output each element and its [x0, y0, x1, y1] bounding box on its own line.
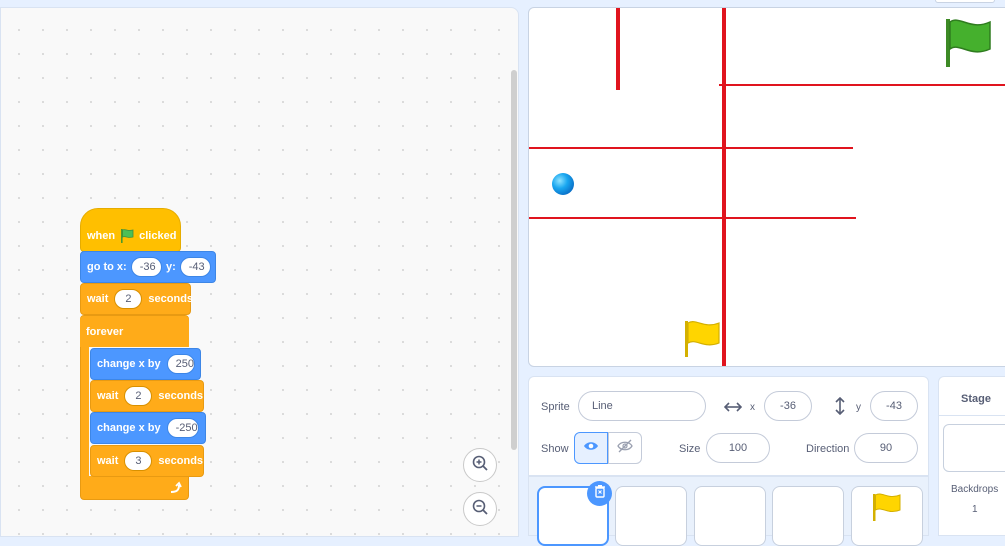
show-visible-button[interactable] — [574, 432, 608, 464]
hat-clicked-label: clicked — [139, 230, 177, 242]
change2-input[interactable]: -250 — [166, 418, 199, 438]
wait-block-1[interactable]: wait 2 seconds — [80, 283, 194, 315]
y-arrows-icon — [834, 396, 846, 420]
eye-slash-icon — [617, 439, 633, 458]
wait2-input[interactable]: 2 — [124, 386, 153, 406]
zoom-in-button[interactable] — [463, 448, 497, 482]
y-label: y — [856, 402, 861, 413]
stage-canvas[interactable] — [528, 7, 1005, 367]
change1-input[interactable]: 250 — [166, 354, 195, 374]
goto-y-label: y: — [165, 261, 176, 273]
goto-label: go to x: — [87, 261, 127, 273]
y-field[interactable]: -43 — [870, 391, 918, 421]
wait1-label: wait — [87, 293, 109, 305]
wait1-unit: seconds — [148, 293, 194, 305]
show-label: Show — [541, 443, 569, 455]
sprite-info-panel: Sprite Line x -36 y -43 Show Size 100 Di… — [528, 376, 929, 476]
delete-sprite-button[interactable] — [587, 481, 612, 506]
size-value: 100 — [728, 442, 748, 454]
wait3-input[interactable]: 3 — [124, 451, 153, 471]
stage-title: Stage — [961, 393, 991, 405]
change1-label: change x by — [97, 358, 161, 370]
backdrops-count: 1 — [972, 504, 978, 515]
code-scrollbar[interactable] — [511, 70, 517, 450]
wait-block-2[interactable]: wait 2 seconds — [90, 380, 204, 412]
x-arrows-icon — [723, 400, 743, 418]
eye-icon — [583, 439, 599, 457]
change-x-block-2[interactable]: change x by -250 — [90, 412, 206, 444]
direction-value: 90 — [879, 442, 893, 454]
sprite-list — [528, 476, 929, 546]
zoom-out-icon — [471, 498, 489, 521]
size-field[interactable]: 100 — [706, 433, 770, 463]
hat-when-label: when — [87, 230, 116, 242]
sprite-tile[interactable] — [772, 486, 844, 546]
wait-block-3[interactable]: wait 3 seconds — [90, 445, 204, 477]
sprite-tile[interactable] — [694, 486, 766, 546]
yellow-flag-thumbnail — [871, 492, 903, 527]
change2-label: change x by — [97, 422, 161, 434]
sprite-tile-yellow-flag[interactable] — [851, 486, 923, 546]
wait2-unit: seconds — [158, 390, 204, 402]
when-flag-clicked-block[interactable]: when clicked — [80, 208, 181, 252]
wait3-label: wait — [97, 455, 119, 467]
zoom-in-icon — [471, 454, 489, 477]
size-label: Size — [679, 443, 701, 455]
wait1-input[interactable]: 2 — [114, 289, 143, 309]
sprite-label: Sprite — [541, 401, 570, 413]
stage-selector-panel[interactable]: Stage Backdrops 1 — [938, 376, 1005, 536]
sprite-name-field[interactable]: Line — [578, 391, 706, 421]
loop-arrow-icon — [168, 481, 182, 500]
ball-sprite — [552, 173, 574, 195]
code-area[interactable] — [0, 7, 519, 537]
goto-y-input[interactable]: -43 — [179, 257, 211, 277]
wait3-unit: seconds — [158, 455, 204, 467]
zoom-out-button[interactable] — [463, 492, 497, 526]
x-value: -36 — [780, 400, 796, 412]
direction-label: Direction — [806, 443, 850, 455]
top-tab[interactable] — [935, 0, 995, 3]
go-to-xy-block[interactable]: go to x: -36 y: -43 — [80, 251, 216, 283]
trash-icon — [593, 484, 607, 503]
stage-thumbnail[interactable] — [943, 424, 1005, 472]
wait2-label: wait — [97, 390, 119, 402]
x-label: x — [750, 402, 755, 413]
show-hidden-button[interactable] — [608, 432, 642, 464]
backdrops-label: Backdrops — [951, 484, 999, 495]
goto-x-input[interactable]: -36 — [130, 257, 162, 277]
forever-block-header[interactable]: forever — [80, 316, 189, 347]
direction-field[interactable]: 90 — [854, 433, 918, 463]
sprite-name-value: Line — [592, 400, 613, 412]
forever-label: forever — [86, 325, 124, 338]
green-flag-icon — [119, 228, 135, 244]
green-flag-sprite — [944, 17, 994, 74]
stage-header-divider — [939, 415, 1005, 416]
y-value: -43 — [886, 400, 902, 412]
yellow-flag-sprite — [683, 319, 723, 364]
sprite-tile[interactable] — [615, 486, 687, 546]
stage-drawing — [529, 8, 1005, 366]
x-field[interactable]: -36 — [764, 391, 812, 421]
change-x-block-1[interactable]: change x by 250 — [90, 348, 201, 380]
